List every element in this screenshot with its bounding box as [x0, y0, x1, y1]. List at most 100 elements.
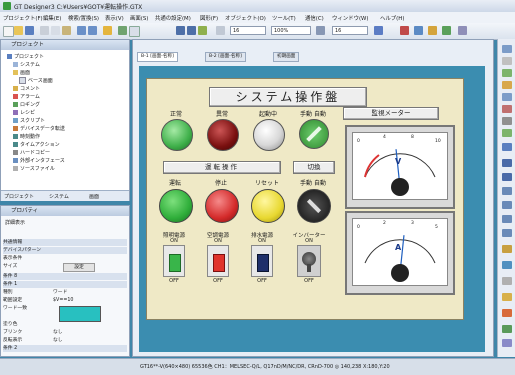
tree-item[interactable]: デバイスデータ転送 — [13, 125, 65, 132]
save-icon[interactable] — [25, 26, 34, 35]
size-setting-button[interactable]: 設定 — [63, 263, 95, 272]
inverter-key-switch[interactable] — [297, 245, 321, 277]
new-icon[interactable] — [3, 26, 14, 37]
voltage-meter[interactable]: V 0 4 8 10 — [345, 125, 455, 209]
menu-edit[interactable]: 編集(E) — [43, 14, 61, 22]
property-row[interactable]: 種別 ワード — [3, 289, 127, 296]
drain-power-toggle[interactable] — [251, 245, 273, 277]
image-tool-icon[interactable] — [502, 143, 512, 151]
paste-icon[interactable] — [62, 26, 71, 35]
tree-item[interactable]: 時刻動作 — [13, 133, 40, 140]
menu-project[interactable]: プロジェクト(F) — [3, 14, 43, 22]
simulate-icon[interactable] — [442, 26, 451, 35]
tree-item[interactable]: 外部インタフェース — [13, 157, 65, 164]
tree-item[interactable]: ロギング — [13, 101, 40, 108]
tab-b1[interactable]: B-1 [画面-名称] — [137, 52, 178, 62]
square-tool-icon[interactable] — [502, 187, 512, 195]
circle-outline-icon[interactable] — [502, 201, 512, 209]
lamp-error[interactable] — [207, 119, 239, 151]
redo-icon[interactable] — [88, 26, 97, 35]
mode-switch-green[interactable] — [299, 119, 329, 149]
tree-item[interactable]: ベース画面 — [19, 77, 53, 84]
undo-icon[interactable] — [77, 26, 86, 35]
options-icon[interactable] — [458, 26, 467, 35]
aircon-power-toggle[interactable] — [207, 245, 229, 277]
run-button[interactable] — [159, 189, 193, 223]
tree-item[interactable]: アラーム — [13, 93, 40, 100]
arrow-tool-icon[interactable] — [502, 229, 512, 237]
lighting-power-toggle[interactable] — [163, 245, 185, 277]
tab-system[interactable]: システム — [49, 193, 69, 200]
line-tool-icon[interactable] — [502, 69, 512, 77]
menu-figure[interactable]: 図形(F) — [200, 14, 218, 22]
tab-project[interactable]: プロジェクト — [4, 193, 34, 200]
fill-color-swatch[interactable] — [59, 306, 101, 322]
find-icon[interactable] — [103, 26, 112, 35]
tree-item[interactable]: 画面 — [13, 69, 30, 76]
stop-icon[interactable] — [400, 26, 409, 35]
text-tool-icon[interactable] — [502, 57, 512, 65]
lamp-normal[interactable] — [161, 119, 193, 151]
menu-common[interactable]: 共通の設定(M) — [155, 14, 191, 22]
lamp-running[interactable] — [253, 119, 285, 151]
tab-screen[interactable]: 画面 — [89, 193, 99, 200]
rect-tool-icon[interactable] — [502, 81, 512, 89]
arc-tool-icon[interactable] — [502, 117, 512, 125]
property-row[interactable]: ブリンク なし — [3, 329, 127, 336]
tree-item[interactable]: システム — [13, 61, 40, 68]
current-meter[interactable]: A 0 2 3 5 — [345, 211, 455, 295]
property-row[interactable]: 反転表示 なし — [3, 337, 127, 344]
tree-item[interactable]: タイムアクション — [13, 141, 60, 148]
property-row[interactable]: 条件 1 — [3, 281, 127, 288]
stop-button[interactable] — [205, 189, 239, 223]
cut-icon[interactable] — [40, 26, 49, 35]
grid-select[interactable]: 16 — [332, 26, 368, 35]
menu-tool[interactable]: ツール(T) — [272, 14, 296, 22]
pen-tool-icon[interactable] — [502, 159, 512, 167]
text-icon[interactable] — [216, 26, 225, 35]
copy-icon[interactable] — [51, 26, 60, 35]
property-row[interactable]: 共通情報 — [3, 239, 127, 246]
align-icon[interactable] — [187, 26, 196, 35]
property-row[interactable]: 条件 8 — [3, 273, 127, 280]
brush-b-icon[interactable] — [502, 261, 512, 269]
circle-tool-icon[interactable] — [502, 93, 512, 101]
zoom-select[interactable]: 100% — [271, 26, 311, 35]
property-row[interactable]: 塗り色 — [3, 321, 127, 328]
paint-tool-icon[interactable] — [502, 129, 512, 137]
tree-item[interactable]: コメント — [13, 85, 40, 92]
menu-view[interactable]: 表示(V) — [105, 14, 124, 22]
select-tool-icon[interactable] — [502, 45, 512, 53]
snap-icon[interactable] — [198, 26, 207, 35]
hmi-screen[interactable]: システム操作盤 正常 異常 起動中 手動 自動 監視メーター V 0 4 8 1… — [146, 78, 464, 320]
mode-selector-switch[interactable] — [297, 189, 331, 223]
write-icon[interactable] — [414, 26, 423, 35]
property-row[interactable]: サイズ 設定 — [3, 263, 127, 272]
tree-item[interactable]: レシピ — [13, 109, 35, 116]
menu-help[interactable]: ヘルプ(H) — [380, 14, 404, 22]
menu-search[interactable]: 検索/置換(S) — [68, 14, 99, 22]
menu-comm[interactable]: 通信(C) — [305, 14, 324, 22]
lamp-part-icon[interactable] — [502, 293, 512, 301]
property-row[interactable]: 範囲設定 $V==10 — [3, 297, 127, 304]
tree-item[interactable]: ソースファイル — [13, 165, 55, 172]
read-icon[interactable] — [428, 26, 437, 35]
grid-icon[interactable] — [176, 26, 185, 35]
brush-tool-icon[interactable] — [502, 173, 512, 181]
switch-part-icon[interactable] — [502, 309, 512, 317]
font-size-select[interactable]: 16 — [230, 26, 266, 35]
menu-window[interactable]: ウィンドウ(W) — [332, 14, 369, 22]
device-icon[interactable] — [118, 26, 127, 35]
ellipse-tool-icon[interactable] — [502, 215, 512, 223]
property-row[interactable]: デバイスパターン — [3, 247, 127, 254]
open-icon[interactable] — [14, 26, 23, 35]
tab-b2[interactable]: B-2 [画面-名称] — [205, 52, 246, 62]
text-a-icon[interactable] — [502, 277, 512, 285]
zoom-in-icon[interactable] — [316, 26, 325, 35]
property-row[interactable]: 表示条件 — [3, 255, 127, 262]
polygon-tool-icon[interactable] — [502, 105, 512, 113]
editor-canvas[interactable]: システム操作盤 正常 異常 起動中 手動 自動 監視メーター V 0 4 8 1… — [139, 66, 485, 352]
tree-item[interactable]: ハードコピー — [13, 149, 50, 156]
layout-icon[interactable] — [374, 26, 383, 35]
property-row[interactable]: 条件 2 — [3, 345, 127, 352]
